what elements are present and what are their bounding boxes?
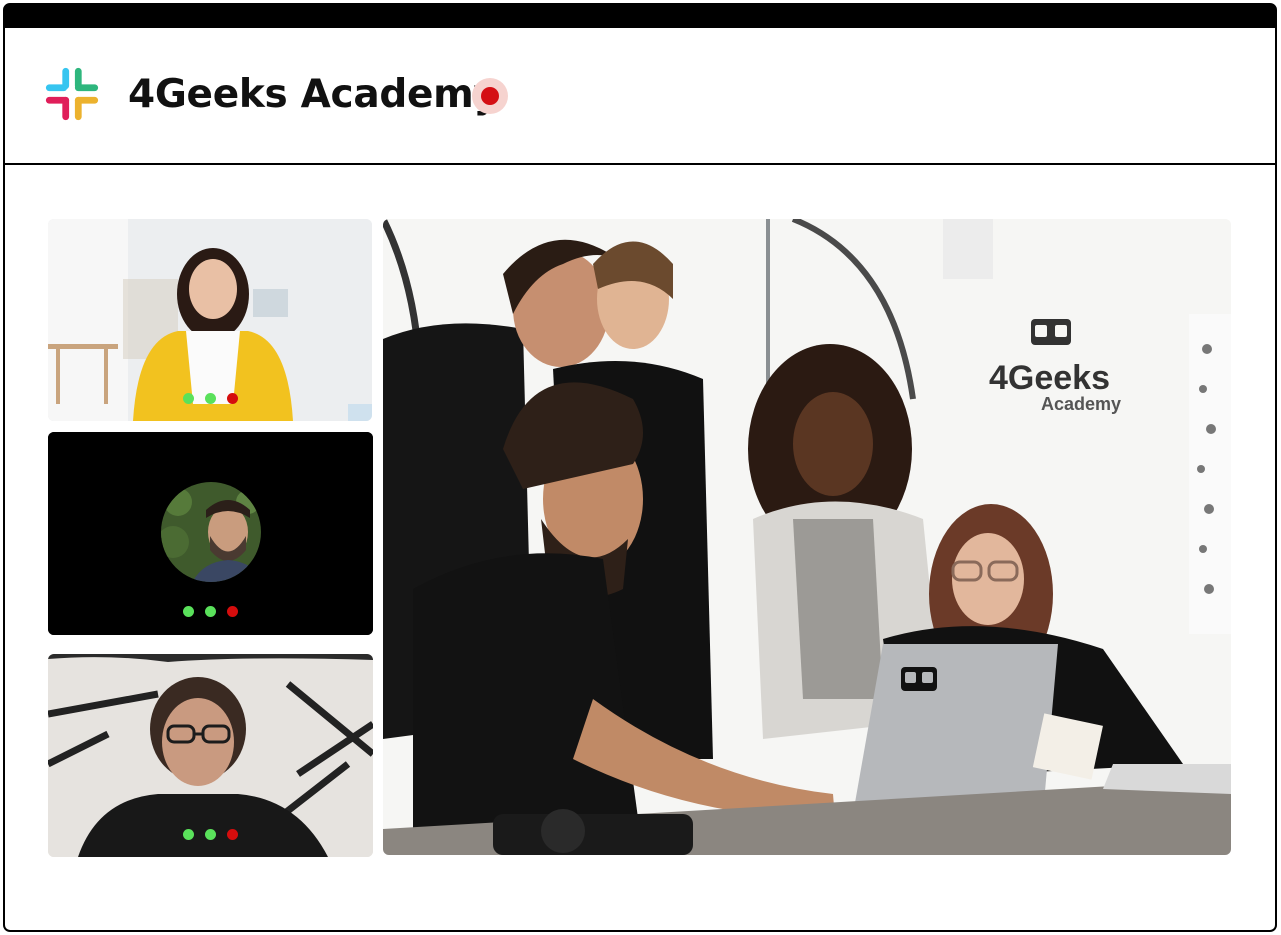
participant-tile-2[interactable] — [48, 432, 373, 635]
status-dot-icon — [227, 829, 238, 840]
wall-logo-subtitle: Academy — [1041, 394, 1121, 414]
status-dot-icon — [183, 606, 194, 617]
recording-indicator[interactable] — [472, 78, 508, 114]
status-dot-icon — [182, 393, 194, 404]
wall-logo-title: 4Geeks — [989, 359, 1110, 397]
wall-logo-icon — [1031, 319, 1071, 345]
participant-tile-3[interactable] — [48, 654, 373, 857]
participant-status-1 — [48, 393, 372, 404]
slack-logo-icon — [45, 67, 99, 121]
call-header: 4Geeks Academy — [5, 28, 1275, 165]
participant-video-3 — [48, 654, 373, 857]
participant-tile-1[interactable] — [48, 219, 372, 421]
status-dot-icon — [205, 829, 216, 840]
status-dot-icon — [183, 829, 194, 840]
status-dot-icon — [205, 606, 216, 617]
call-window: 4Geeks Academy 4Geeks Academy — [3, 3, 1277, 932]
workspace-title: 4Geeks Academy — [128, 72, 499, 117]
participant-avatar — [48, 432, 373, 635]
main-stage-video[interactable]: 4Geeks Academy — [383, 219, 1231, 855]
group-video-scene: 4Geeks Academy — [383, 219, 1231, 855]
record-dot-icon — [481, 87, 499, 105]
status-dot-icon — [226, 393, 238, 404]
participant-status-3 — [48, 829, 373, 840]
status-dot-icon — [204, 393, 216, 404]
participant-video-1 — [48, 219, 372, 421]
status-dot-icon — [227, 606, 238, 617]
participant-status-2 — [48, 606, 373, 617]
laptop-sticker-icon — [901, 667, 937, 691]
